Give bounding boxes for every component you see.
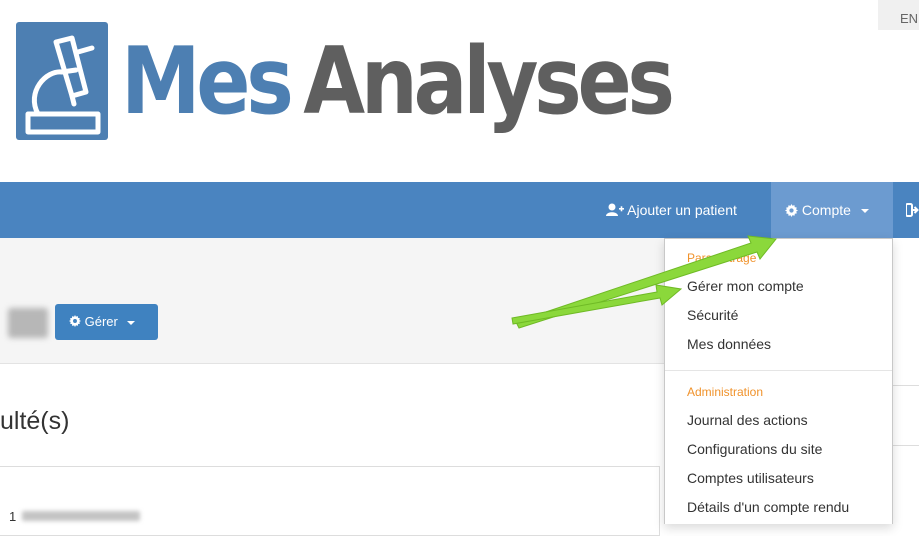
account-dropdown-menu: Paramétrage Gérer mon compte Sécurité Me… xyxy=(664,238,893,524)
menu-item-manage-account[interactable]: Gérer mon compte xyxy=(687,278,804,294)
results-title: ulté(s) xyxy=(0,407,70,435)
dropdown-divider xyxy=(665,370,892,371)
sign-out-icon[interactable] xyxy=(905,182,919,238)
redacted-patient-name xyxy=(8,308,48,338)
manage-label: Gérer xyxy=(84,314,118,329)
language-switch-button[interactable]: EN xyxy=(878,0,919,30)
logo-word-analyses: Analyses xyxy=(303,27,675,135)
caret-down-icon xyxy=(127,320,136,325)
user-plus-icon xyxy=(606,202,627,218)
caret-down-icon xyxy=(860,209,869,214)
add-patient-label: Ajouter un patient xyxy=(627,202,737,218)
right-divider xyxy=(890,445,919,446)
menu-item-my-data[interactable]: Mes données xyxy=(687,336,771,352)
menu-item-user-accounts[interactable]: Comptes utilisateurs xyxy=(687,470,814,486)
patient-panel-header xyxy=(0,238,668,364)
account-dropdown-toggle[interactable]: Compte xyxy=(771,182,893,238)
add-patient-link[interactable]: Ajouter un patient xyxy=(606,182,737,238)
gear-icon xyxy=(785,202,802,218)
logo-word-mes: Mes xyxy=(121,27,294,135)
menu-item-action-log[interactable]: Journal des actions xyxy=(687,412,808,428)
manage-dropdown-button[interactable]: Gérer xyxy=(55,304,158,340)
dropdown-header-settings: Paramétrage xyxy=(687,251,757,265)
gear-icon xyxy=(69,314,85,329)
results-list xyxy=(0,466,660,536)
result-row-number: 1 xyxy=(9,509,17,524)
menu-item-site-configurations[interactable]: Configurations du site xyxy=(687,441,822,457)
redacted-result-text xyxy=(22,511,140,521)
top-navbar: Ajouter un patient Compte xyxy=(0,182,919,238)
dropdown-header-administration: Administration xyxy=(687,385,764,399)
account-label: Compte xyxy=(801,202,851,218)
microscope-icon xyxy=(16,22,108,140)
menu-item-security[interactable]: Sécurité xyxy=(687,307,738,323)
menu-item-report-details[interactable]: Détails d'un compte rendu xyxy=(687,499,849,515)
logo-text: Mes Analyses xyxy=(121,26,675,136)
right-divider xyxy=(890,385,919,386)
